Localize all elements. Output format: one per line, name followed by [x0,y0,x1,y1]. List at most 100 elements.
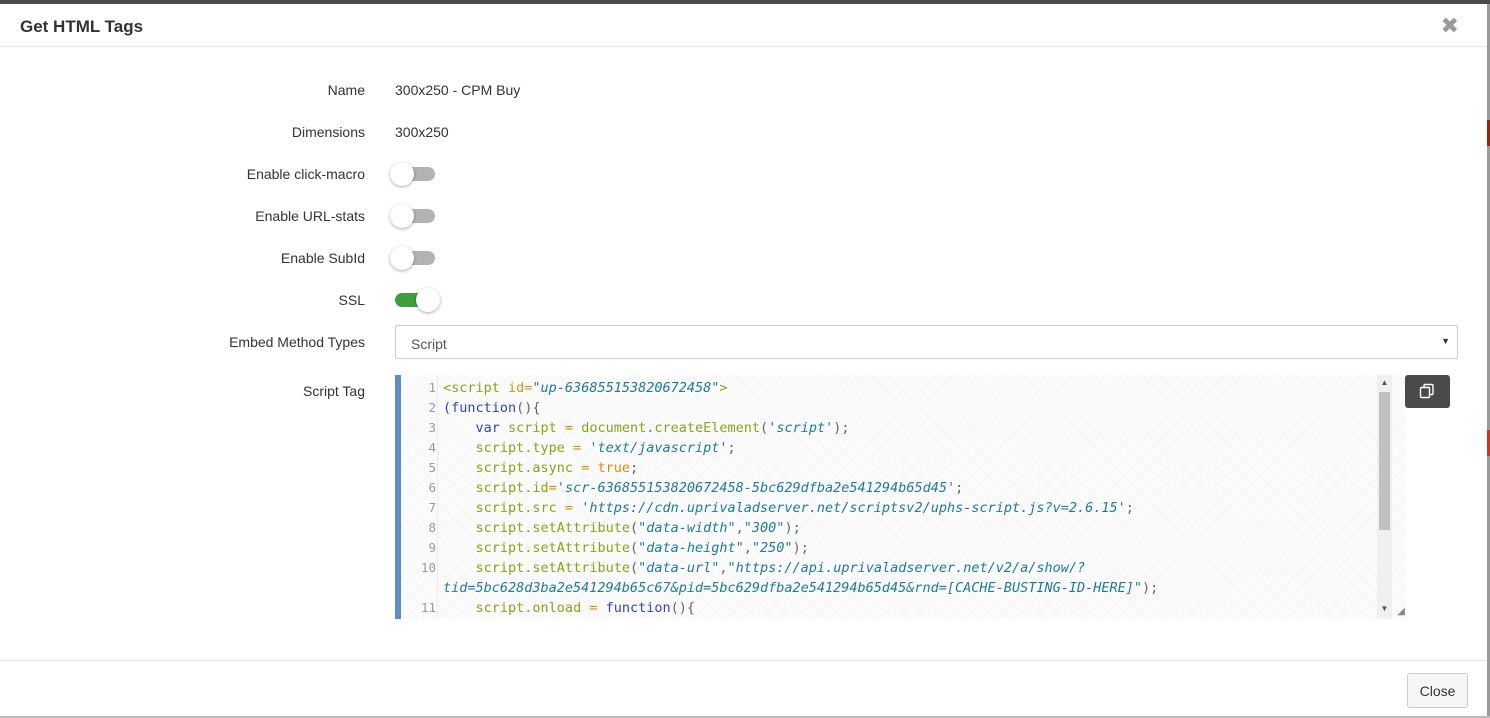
name-value: 300x250 - CPM Buy [395,82,521,98]
code-token: ); [1141,580,1159,596]
name-label: Name [327,82,365,98]
code-token: ); [784,520,801,536]
scroll-down-arrow-icon[interactable]: ▼ [1377,601,1392,617]
code-token: script [475,520,525,536]
code-token: ; [955,480,964,496]
code-token: function [605,600,671,616]
embed-method-select[interactable]: Script ▼ [395,325,1458,359]
close-button[interactable]: Close [1407,673,1468,708]
code-token: script [475,600,525,616]
code-token: .setAttribute [524,540,630,556]
ssl-label: SSL [338,292,365,308]
code-token: (function [443,400,517,416]
embed-method-label: Embed Method Types [229,334,365,350]
code-line: 10 script.setAttribute("data-url","https… [401,558,1381,598]
code-line: 6 script.id='scr-636855153820672458-5bc6… [401,478,1381,498]
scrollbar-thumb[interactable] [1379,392,1390,530]
code-line: 7 script.src = 'https://cdn.uprivaladser… [401,498,1381,518]
close-icon[interactable]: ✖ [1441,14,1459,38]
chevron-down-icon: ▼ [1441,336,1450,346]
subid-toggle[interactable] [390,245,440,271]
code-line: 1 <script id="up-636855153820672458"> [401,378,1381,398]
code-line: 11 script.onload = function(){ [401,598,1381,618]
code-token: > [719,380,728,396]
url-stats-toggle[interactable] [390,203,440,229]
code-line: 8 script.setAttribute("data-width","300"… [401,518,1381,538]
code-token: document [581,420,647,436]
code-line: 4 script.type = 'text/javascript'; [401,438,1381,458]
code-token: script [475,560,525,576]
line-number: 10 [420,560,436,575]
dimensions-value: 300x250 [395,124,449,140]
modal-title: Get HTML Tags [20,17,144,36]
click-macro-label: Enable click-macro [246,166,365,182]
ssl-toggle[interactable] [390,287,440,313]
code-token: "250" [751,540,793,556]
code-token: script [475,500,525,516]
script-code-editor[interactable]: 1 <script id="up-636855153820672458"> 2 … [395,375,1406,619]
code-token: = [556,500,582,516]
code-token: = [573,460,598,476]
line-number: 8 [428,520,436,535]
code-token: .id [524,480,549,496]
dimensions-label: Dimensions [291,124,365,140]
toggle-knob [416,288,440,312]
code-token: "data-url" [638,560,720,576]
line-number: 5 [428,460,436,475]
code-token: , [735,520,744,536]
modal-footer: Close [0,660,1487,716]
code-line: 9 script.setAttribute("data-height","250… [401,538,1381,558]
code-token: 'script' [768,420,834,436]
code-token: var [475,420,500,436]
code-token: .setAttribute [524,520,630,536]
subid-label: Enable SubId [280,250,365,266]
code-token: <script [443,380,500,396]
toggle-knob [390,204,414,228]
code-token: "300" [743,520,785,536]
code-token: = [564,440,590,456]
click-macro-toggle[interactable] [390,161,440,187]
code-token: 'scr-636855153820672458-5bc629dfba2e5412… [556,480,956,496]
line-number: 6 [428,480,436,495]
code-token: script [475,540,525,556]
code-content: 1 <script id="up-636855153820672458"> 2 … [401,378,1381,618]
code-token: ( [629,560,639,576]
code-token: script [475,460,525,476]
code-token: .src [524,500,557,516]
code-token: (){ [670,600,696,616]
code-token: .async [524,460,574,476]
url-stats-label: Enable URL-stats [255,208,365,224]
code-token: .setAttribute [524,560,630,576]
code-token: script [475,480,525,496]
editor-scrollbar[interactable]: ▲ ▼ [1377,375,1392,619]
line-number: 7 [428,500,436,515]
line-number: 2 [428,400,436,415]
code-token: ; [727,440,736,456]
scroll-up-arrow-icon[interactable]: ▲ [1377,375,1392,391]
code-token: tid=5bc628d3ba2e541294b65c67&pid=5bc629d… [443,580,1142,596]
code-token: , [743,540,752,556]
code-token: ); [833,420,850,436]
line-number: 3 [428,420,436,435]
code-token: = [581,600,606,616]
toggle-knob [390,246,414,270]
code-token: ( [760,420,769,436]
code-token: ; [629,460,639,476]
resize-handle-icon[interactable]: ◢ [1393,606,1405,618]
code-token: .type [524,440,565,456]
copy-button[interactable] [1405,375,1450,408]
code-token: script [475,440,525,456]
line-number: 4 [428,440,436,455]
copy-icon [1419,383,1434,399]
code-token: ); [792,540,809,556]
embed-method-value: Script [411,336,447,352]
code-token: id= [499,380,533,396]
code-token: (){ [516,400,541,416]
line-number: 1 [428,380,436,395]
code-token: .onload [524,600,582,616]
code-token: createElement [654,420,761,436]
